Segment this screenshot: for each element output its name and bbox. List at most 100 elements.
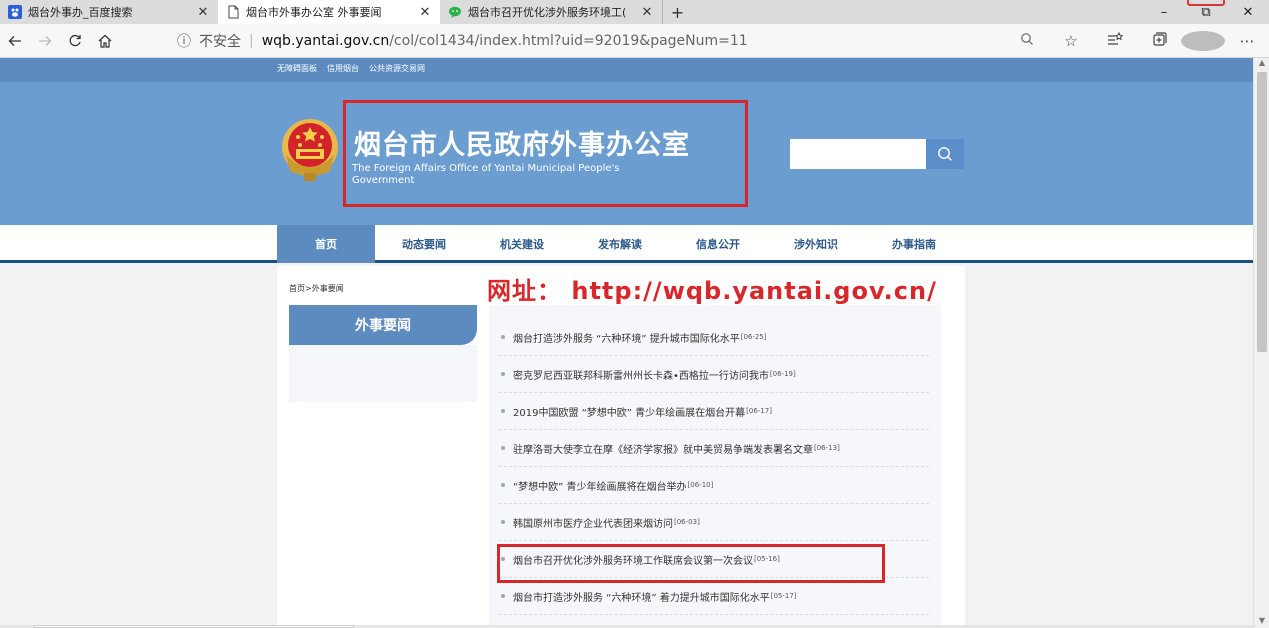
home-button[interactable] [90, 26, 120, 56]
search-icon [938, 147, 952, 161]
back-arrow-icon [8, 35, 21, 46]
vertical-scrollbar[interactable]: ▲ ▼ [1253, 58, 1269, 628]
site-search-input[interactable] [790, 139, 926, 169]
sidebar-heading[interactable]: 外事要闻 [289, 305, 477, 345]
annotation-box: 烟台市人民政府外事办公室 The Foreign Affairs Office … [343, 100, 748, 207]
nav-organization[interactable]: 机关建设 [473, 225, 571, 263]
nav-disclosure[interactable]: 信息公开 [669, 225, 767, 263]
sidebar-body [289, 345, 477, 402]
nav-news[interactable]: 动态要闻 [375, 225, 473, 263]
avatar-icon [1181, 31, 1225, 51]
wechat-icon [448, 5, 462, 19]
forward-button[interactable] [30, 26, 60, 56]
top-link-accessibility[interactable]: 无障碍面板 [277, 63, 317, 74]
refresh-icon [69, 34, 81, 46]
news-date: [06-17] [746, 407, 772, 415]
list-item[interactable]: 韩国原州市医疗企业代表团来烟访问 [06-03] [499, 504, 929, 541]
annotation-box [497, 544, 885, 583]
tab-baidu-search[interactable]: 烟台外事办_百度搜索 ✕ [0, 0, 218, 24]
nav-releases[interactable]: 发布解读 [571, 225, 669, 263]
site-subtitle: The Foreign Affairs Office of Yantai Mun… [352, 163, 620, 186]
url-annotation: 网址： http://wqb.yantai.gov.cn/ [487, 277, 937, 305]
list-item[interactable]: 2019中国欧盟 “梦想中欧” 青少年绘画展在烟台开幕 [06-17] [499, 393, 929, 430]
news-date: [06-10] [687, 481, 714, 489]
top-link-trading[interactable]: 公共资源交易网 [369, 63, 425, 74]
news-title: 驻摩洛哥大使李立在摩《经济学家报》就中美贸易争端发表署名文章 [513, 444, 813, 456]
news-date: [05-17] [770, 592, 797, 600]
refresh-button[interactable] [60, 26, 90, 56]
news-date: [06-25] [740, 333, 767, 341]
site-title: 烟台市人民政府外事办公室 [354, 130, 690, 161]
close-window-button[interactable]: ✕ [1227, 0, 1269, 24]
scroll-down-icon[interactable]: ▼ [1254, 616, 1269, 628]
list-item[interactable]: 密克罗尼西亚联邦科斯雷州州长卡森•西格拉一行访问我市 [06-19] [499, 356, 929, 393]
tab-label: 烟台市召开优化涉外服务环境工( [468, 6, 627, 19]
bullet-icon [501, 409, 505, 413]
url-field[interactable]: ⓘ 不安全 | wqb.yantai.gov.cn /col/col1434/i… [165, 27, 1110, 55]
breadcrumb[interactable]: 首页>外事要闻 [289, 283, 344, 294]
tab-close-icon[interactable]: ✕ [418, 5, 432, 20]
news-title: 烟台市打造涉外服务 “六种环境” 着力提升城市国际化水平 [513, 592, 770, 604]
profile-avatar[interactable] [1181, 31, 1225, 51]
tab-label: 烟台外事办_百度搜索 [28, 6, 133, 19]
site-search-button[interactable] [926, 139, 964, 169]
news-date: [06-03] [674, 518, 700, 526]
nav-foreign-knowledge[interactable]: 涉外知识 [767, 225, 865, 263]
bullet-icon [501, 446, 505, 450]
favorites-list-icon[interactable] [1093, 31, 1137, 50]
bullet-icon [501, 335, 505, 339]
tab-bar: 烟台外事办_百度搜索 ✕ 烟台市外事办公室 外事要闻 ✕ 烟台市召开优化涉外服务… [0, 0, 1269, 24]
url-path: /col/col1434/index.html?uid=92019&pageNu… [389, 33, 748, 49]
scrollbar-thumb[interactable] [1257, 72, 1267, 352]
tab-foreign-affairs-news[interactable]: 烟台市外事办公室 外事要闻 ✕ [218, 0, 440, 24]
nav-service-guide[interactable]: 办事指南 [865, 225, 963, 263]
annotation-box [1187, 0, 1225, 6]
tab-meeting-article[interactable]: 烟台市召开优化涉外服务环境工( ✕ [440, 0, 662, 24]
favorite-star-icon[interactable]: ☆ [1049, 32, 1093, 50]
more-menu-icon[interactable]: ⋯ [1225, 32, 1269, 50]
news-date: [06-13] [814, 444, 840, 452]
list-item[interactable]: 烟台市打造涉外服务 “六种环境” 着力提升城市国际化水平 [05-17] [499, 578, 929, 615]
minimize-button[interactable]: – [1143, 0, 1185, 24]
news-date: [06-19] [769, 370, 796, 378]
url-separator: | [249, 33, 254, 49]
list-item[interactable]: 烟台打造涉外服务 “六种环境” 提升城市国际化水平 [06-25] [499, 319, 929, 356]
tab-label: 烟台市外事办公室 外事要闻 [246, 6, 382, 19]
news-title: 密克罗尼西亚联邦科斯雷州州长卡森•西格拉一行访问我市 [513, 370, 769, 382]
national-emblem-icon [282, 119, 338, 181]
bullet-icon [501, 520, 505, 524]
scroll-up-icon[interactable]: ▲ [1254, 58, 1269, 70]
back-button[interactable] [0, 26, 30, 56]
browser-toolbar: ☆ ⋯ [1005, 27, 1269, 55]
list-item[interactable]: 驻摩洛哥大使李立在摩《经济学家报》就中美贸易争端发表署名文章 [06-13] [499, 430, 929, 467]
news-title: 2019中国欧盟 “梦想中欧” 青少年绘画展在烟台开幕 [513, 407, 746, 419]
site-top-strip: 无障碍面板 信用烟台 公共资源交易网 [0, 58, 1253, 82]
site-nav: 首页 动态要闻 机关建设 发布解读 信息公开 涉外知识 办事指南 [0, 225, 1253, 263]
home-icon [98, 34, 112, 48]
bullet-icon [501, 372, 505, 376]
tab-close-icon[interactable]: ✕ [196, 5, 210, 20]
top-link-credit[interactable]: 信用烟台 [327, 63, 359, 74]
new-tab-button[interactable]: + [662, 0, 692, 24]
window-controls: – ⧉ ✕ [1143, 0, 1269, 24]
nav-items: 首页 动态要闻 机关建设 发布解读 信息公开 涉外知识 办事指南 [277, 225, 963, 263]
address-bar: ⓘ 不安全 | wqb.yantai.gov.cn /col/col1434/i… [0, 24, 1269, 58]
page-viewport: 无障碍面板 信用烟台 公共资源交易网 烟台市人民政府外事办公室 The Fore… [0, 58, 1253, 628]
news-title: “梦想中欧” 青少年绘画展将在烟台举办 [513, 481, 687, 493]
bullet-icon [501, 483, 505, 487]
zoom-icon[interactable] [1005, 32, 1049, 50]
news-title: 韩国原州市医疗企业代表团来烟访问 [513, 518, 673, 530]
url-domain: wqb.yantai.gov.cn [261, 33, 390, 49]
insecure-label: 不安全 [199, 34, 241, 50]
tab-close-icon[interactable]: ✕ [640, 5, 654, 20]
forward-arrow-icon [39, 35, 52, 46]
collections-icon[interactable] [1137, 32, 1181, 50]
restore-button[interactable]: ⧉ [1185, 0, 1227, 24]
bullet-icon [501, 594, 505, 598]
top-links: 无障碍面板 信用烟台 公共资源交易网 [277, 63, 425, 74]
baidu-paw-icon [8, 5, 22, 19]
list-item[interactable]: “梦想中欧” 青少年绘画展将在烟台举办 [06-10] [499, 467, 929, 504]
news-title: 烟台打造涉外服务 “六种环境” 提升城市国际化水平 [513, 333, 740, 345]
info-icon[interactable]: ⓘ [175, 31, 193, 51]
nav-home[interactable]: 首页 [277, 225, 375, 263]
